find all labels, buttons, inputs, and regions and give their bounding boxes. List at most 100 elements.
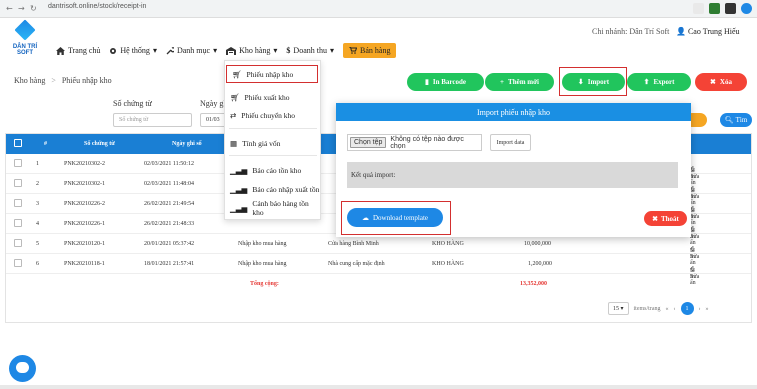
download-highlight: ☁ Download template bbox=[341, 201, 451, 235]
download-template-button[interactable]: ☁ Download template bbox=[347, 208, 443, 227]
choose-file-button[interactable]: Chọn tệp bbox=[350, 137, 387, 148]
total-label: Tổng cộng: bbox=[250, 281, 279, 287]
menu-item-transfer[interactable]: ⇄ Phiếu chuyển kho bbox=[225, 106, 320, 124]
cell-code: PNK20210226-2 bbox=[64, 201, 106, 207]
barcode-button[interactable]: ▮ In Barcode bbox=[407, 73, 484, 91]
nav-label: Trang chủ bbox=[68, 46, 101, 55]
import-data-button[interactable]: Import data bbox=[490, 134, 531, 151]
user-icon: 👤 bbox=[676, 27, 686, 36]
menu-divider bbox=[229, 155, 317, 156]
cell-content: Nhập kho mua hàng bbox=[238, 241, 287, 247]
nav-item-catalog[interactable]: Danh mục ▾ bbox=[166, 46, 217, 55]
prev-page-icon[interactable]: ‹ bbox=[674, 306, 676, 312]
menu-item-cost[interactable]: ▦ Tính giá vốn bbox=[225, 134, 320, 152]
transfer-icon: ⇄ bbox=[230, 110, 237, 120]
browser-toolbar: ← → ↻ dantrisoft.online/stock/receipt-in bbox=[0, 0, 757, 18]
main-nav: Trang chủ Hệ thống ▾ Danh mục ▾ Kho hàng… bbox=[56, 43, 397, 58]
cell-date: 02/03/2021 11:50:12 bbox=[144, 161, 194, 167]
cell-warehouse: KHO HÀNG bbox=[432, 241, 464, 247]
menu-item-receipt-in[interactable]: 🛒︎ Phiếu nhập kho bbox=[226, 65, 318, 83]
modal-title: Import phiếu nhập kho bbox=[336, 103, 691, 121]
total-row: Tổng cộng: 13,352,000 bbox=[6, 274, 751, 294]
row-checkbox[interactable] bbox=[14, 259, 22, 267]
address-bar[interactable]: dantrisoft.online/stock/receipt-in bbox=[48, 3, 146, 10]
download-label: Download template bbox=[372, 213, 428, 222]
row-checkbox[interactable] bbox=[14, 159, 22, 167]
user-menu[interactable]: 👤 Cao Trung Hiếu bbox=[676, 27, 740, 36]
search-button[interactable]: 🔍︎ Tìm bbox=[720, 113, 752, 127]
cell-code: PNK20210118-1 bbox=[64, 261, 105, 267]
total-value: 13,352,000 bbox=[520, 281, 547, 287]
row-checkbox[interactable] bbox=[14, 239, 22, 247]
forward-icon[interactable]: → bbox=[18, 4, 25, 13]
cell-date: 26/02/2021 21:49:54 bbox=[144, 201, 195, 207]
col-code: Số chứng từ bbox=[84, 141, 115, 147]
caret-down-icon: ▾ bbox=[273, 46, 278, 55]
menu-divider bbox=[229, 128, 317, 129]
signal-icon: ▁▃▅ bbox=[230, 184, 248, 194]
first-page-icon[interactable]: « bbox=[666, 306, 669, 312]
cell-index: 1 bbox=[36, 161, 39, 167]
close-modal-button[interactable]: ✖ Thoát bbox=[644, 211, 687, 226]
breadcrumb-root[interactable]: Kho hàng bbox=[14, 76, 45, 85]
reload-icon[interactable]: ↻ bbox=[30, 4, 37, 13]
menu-item-receipt-out[interactable]: 🛒︎ Phiếu xuất kho bbox=[225, 88, 320, 106]
nav-label: Hệ thống bbox=[120, 46, 150, 55]
sell-button[interactable]: Bán hàng bbox=[343, 43, 397, 58]
extension-icon[interactable] bbox=[709, 3, 720, 14]
cell-total: 10,000,000 bbox=[524, 241, 551, 247]
current-page[interactable]: 1 bbox=[680, 302, 694, 315]
caret-down-icon: ▾ bbox=[329, 46, 334, 55]
menu-label: Cảnh báo hàng tồn kho bbox=[252, 199, 309, 217]
nav-item-revenue[interactable]: $ Doanh thu ▾ bbox=[286, 46, 334, 55]
nav-item-home[interactable]: Trang chủ bbox=[56, 46, 100, 55]
delete-button[interactable]: ✖ Xóa bbox=[695, 73, 747, 91]
branch-label: Chi nhánh: Dân Trí Soft bbox=[592, 27, 670, 36]
no-file-text: Không có tệp nào được chọn bbox=[390, 135, 464, 150]
cart-icon bbox=[349, 47, 357, 54]
next-page-icon[interactable]: › bbox=[699, 306, 701, 312]
warehouse-icon bbox=[226, 46, 237, 55]
nav-item-warehouse[interactable]: Kho hàng ▾ bbox=[226, 46, 277, 55]
profile-icon[interactable] bbox=[741, 3, 752, 14]
nav-label: Kho hàng bbox=[239, 46, 271, 55]
pagination: 15 ▾ items/trang « ‹ 1 › » bbox=[608, 302, 709, 315]
doc-number-input[interactable]: Số chứng từ bbox=[113, 113, 192, 127]
barcode-icon: ▮ bbox=[425, 78, 429, 86]
export-label: Export bbox=[653, 78, 675, 86]
logo-mark bbox=[14, 19, 36, 41]
table-row[interactable]: 5 PNK20210120-1 20/01/2021 05:37:42 Nhập… bbox=[6, 234, 751, 266]
back-icon[interactable]: ← bbox=[6, 4, 13, 13]
last-page-icon[interactable]: » bbox=[706, 306, 709, 312]
select-all-checkbox[interactable] bbox=[14, 139, 22, 147]
app-logo[interactable]: DÂN TRÍ SOFT bbox=[7, 19, 43, 56]
page-size-select[interactable]: 15 ▾ bbox=[608, 302, 629, 315]
chat-bubble-icon[interactable] bbox=[9, 355, 36, 382]
add-new-button[interactable]: + Thêm mới bbox=[485, 73, 554, 91]
close-label: Thoát bbox=[660, 214, 679, 223]
row-checkbox[interactable] bbox=[14, 199, 22, 207]
cell-supplier: Cửa hàng Bình Minh bbox=[328, 241, 379, 247]
menu-item-stock-report[interactable]: ▁▃▅ Báo cáo tồn kho bbox=[225, 161, 320, 179]
cell-date: 02/03/2021 11:48:04 bbox=[144, 181, 194, 187]
horizontal-scrollbar[interactable] bbox=[0, 385, 757, 389]
file-input[interactable]: Chọn tệp Không có tệp nào được chọn bbox=[347, 134, 482, 151]
menu-item-stock-alert[interactable]: ▁▃▅ Cảnh báo hàng tồn kho bbox=[225, 199, 320, 217]
table-row[interactable]: 6 PNK20210118-1 18/01/2021 21:57:41 Nhập… bbox=[6, 254, 751, 286]
menu-label: Phiếu nhập kho bbox=[246, 69, 294, 79]
logo-text: DÂN TRÍ SOFT bbox=[12, 44, 38, 56]
plus-icon: + bbox=[500, 78, 505, 86]
cell-warehouse: KHO HÀNG bbox=[432, 261, 464, 267]
import-modal: Import phiếu nhập kho Chọn tệp Không có … bbox=[336, 103, 691, 237]
date-input[interactable]: 01/03 bbox=[200, 113, 226, 127]
row-checkbox[interactable] bbox=[14, 179, 22, 187]
extension-icon[interactable] bbox=[725, 3, 736, 14]
row-checkbox[interactable] bbox=[14, 219, 22, 227]
export-button[interactable]: ⬆ Export bbox=[627, 73, 691, 91]
cell-total: 1,200,000 bbox=[528, 261, 552, 267]
nav-item-system[interactable]: Hệ thống ▾ bbox=[109, 46, 157, 55]
warehouse-dropdown: 🛒︎ Phiếu nhập kho 🛒︎ Phiếu xuất kho ⇄ Ph… bbox=[224, 60, 321, 220]
menu-item-inout-report[interactable]: ▁▃▅ Báo cáo nhập xuất tồn bbox=[225, 180, 320, 198]
star-icon[interactable] bbox=[693, 3, 704, 14]
dollar-icon: $ bbox=[286, 46, 291, 55]
